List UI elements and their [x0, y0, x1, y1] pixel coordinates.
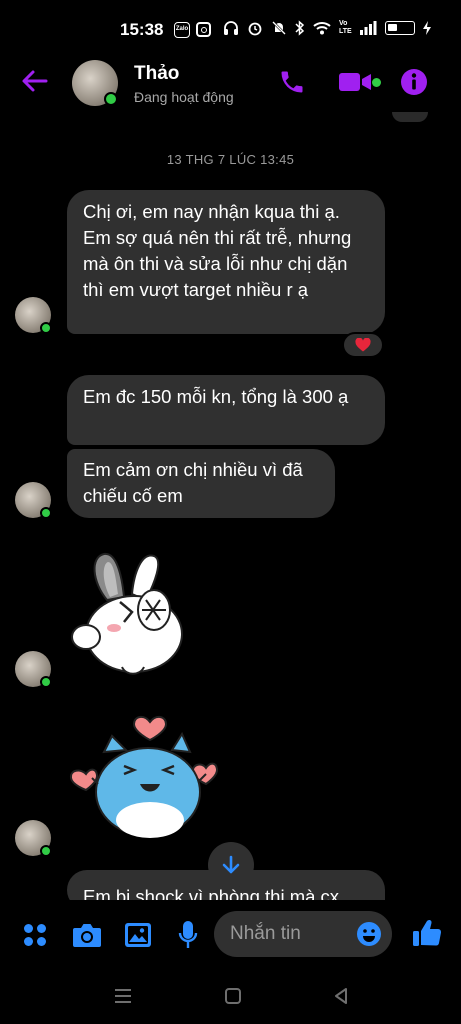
- system-nav-bar: [0, 972, 461, 1024]
- online-indicator: [40, 676, 52, 688]
- online-indicator: [40, 845, 52, 857]
- battery-icon: [385, 21, 415, 35]
- thumbs-up-icon[interactable]: [412, 918, 442, 948]
- status-time: 15:38: [120, 20, 164, 39]
- video-call-icon[interactable]: [338, 70, 372, 94]
- message-input-placeholder: Nhắn tin: [230, 923, 301, 944]
- bunny-hiding-face-sticker[interactable]: [62, 542, 192, 682]
- zalo-icon: Zalo: [174, 22, 190, 38]
- contact-name[interactable]: Thảo: [134, 63, 179, 85]
- message-input[interactable]: Nhắn tin: [214, 911, 392, 957]
- info-icon[interactable]: [400, 68, 428, 96]
- menu-grid-icon[interactable]: [22, 922, 48, 948]
- message-bubble[interactable]: Chị ơi, em nay nhận kqua thi ạ. Em sợ qu…: [67, 190, 385, 334]
- online-indicator: [40, 507, 52, 519]
- scroll-to-bottom-button[interactable]: [208, 842, 254, 888]
- message-bubble[interactable]: Em đc 150 mỗi kn, tổng là 300 ạ: [67, 375, 385, 445]
- instagram-icon: [196, 22, 211, 37]
- microphone-icon[interactable]: [178, 920, 198, 950]
- gallery-icon[interactable]: [124, 922, 152, 948]
- mute-icon: [272, 21, 286, 35]
- message-timestamp: 13 THG 7 LÚC 13:45: [166, 152, 295, 167]
- arrow-down-icon: [222, 855, 240, 874]
- online-indicator: [104, 92, 118, 106]
- signal-icon: [360, 21, 377, 35]
- online-indicator: [40, 322, 52, 334]
- recent-apps-icon[interactable]: [114, 988, 132, 1004]
- headphones-icon: [224, 21, 238, 35]
- heart-reaction[interactable]: [342, 332, 384, 358]
- volte-icon: Vo LTE: [339, 20, 352, 35]
- alarm-icon: [248, 22, 262, 36]
- chat-header: Thảo Đang hoạt động: [0, 58, 461, 110]
- bluetooth-icon: [295, 20, 305, 36]
- back-nav-icon[interactable]: [332, 987, 350, 1005]
- camera-icon[interactable]: [72, 922, 102, 948]
- emoji-icon[interactable]: [356, 921, 382, 947]
- status-icons: Vo LTE: [223, 20, 431, 36]
- message-bubble[interactable]: Em cảm ơn chị nhiều vì đã chiếu cố em: [67, 449, 335, 518]
- home-icon[interactable]: [224, 987, 242, 1005]
- charging-icon: [423, 21, 431, 35]
- status-bar: 15:38 Zalo Vo LTE: [0, 0, 461, 60]
- back-arrow-icon[interactable]: [20, 66, 50, 96]
- blue-cat-hearts-sticker[interactable]: [64, 712, 224, 842]
- wifi-icon: [313, 22, 331, 35]
- phone-call-icon[interactable]: [278, 68, 306, 96]
- contact-status: Đang hoạt động: [134, 89, 234, 105]
- heart-icon: [355, 338, 371, 352]
- video-online-dot: [372, 78, 381, 87]
- previous-message-edge: [392, 112, 428, 122]
- message-composer: Nhắn tin: [0, 900, 461, 972]
